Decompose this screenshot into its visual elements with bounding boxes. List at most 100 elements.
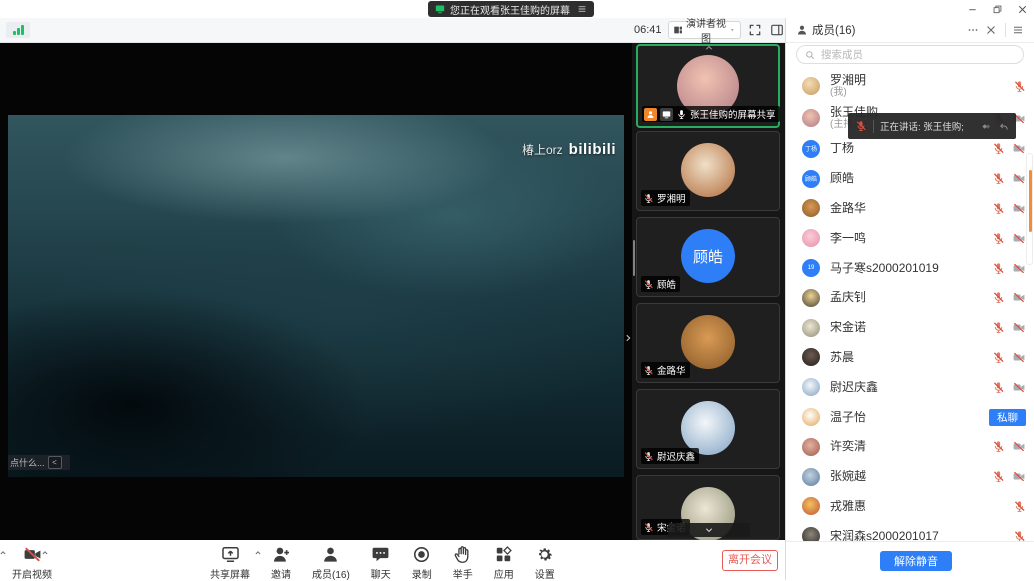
member-name: 李一鸣 [830, 232, 992, 245]
member-info: 张婉越 [830, 470, 992, 483]
video-tile[interactable]: 顾皓顾皓 [636, 217, 780, 297]
toolbar-button-invite[interactable]: 邀请 [271, 545, 291, 581]
settings-icon [535, 545, 554, 564]
close-button[interactable] [1017, 4, 1028, 15]
member-row[interactable]: 温子怡私聊 [786, 402, 1034, 432]
muted-camera-icon [1012, 142, 1026, 155]
muted-mic-icon [1013, 500, 1026, 513]
member-row[interactable]: 宋润森s2000201017 [786, 521, 1034, 542]
blue-initials-avatar: 顾皓 [681, 229, 735, 283]
thumbnails-scrollbar[interactable] [633, 240, 635, 276]
member-name: 顾皓 [830, 172, 992, 185]
record-icon [412, 545, 431, 564]
toolbar-button-settings[interactable]: 设置 [535, 545, 555, 581]
muted-mic-icon [992, 172, 1005, 185]
muted-mic-icon [643, 193, 654, 204]
toolbar-button-members[interactable]: 成员(16) [312, 545, 350, 581]
watching-screen-toast-text: 您正在观看张王佳购的屏幕 [450, 2, 570, 17]
reply-arrow-icon[interactable] [998, 121, 1009, 132]
member-name: 宋金诺 [830, 321, 992, 334]
member-row[interactable]: 张婉越 [786, 462, 1034, 492]
panel-close-button[interactable] [983, 21, 1001, 39]
member-row[interactable]: 许奕清 [786, 432, 1034, 462]
member-status-icons: 私聊 [989, 409, 1026, 426]
member-status-icons [1013, 80, 1026, 93]
member-status-icons [992, 381, 1026, 394]
dark-photo-avatar [802, 348, 820, 366]
member-list: 罗湘明(我)张王佳购(主持人)丁杨丁杨顾皓顾皓金路华李一鸣19马子寒s20002… [786, 70, 1034, 542]
photo-food-avatar [802, 77, 820, 95]
muted-mic-icon [992, 142, 1005, 155]
member-list-scrollbar-thumb[interactable] [1029, 170, 1032, 232]
toolbar-button-record[interactable]: 录制 [412, 545, 432, 581]
member-row[interactable]: 尉迟庆鑫 [786, 372, 1034, 402]
member-row[interactable]: 李一鸣 [786, 223, 1034, 253]
video-tile[interactable]: 金路华 [636, 303, 780, 383]
divider [1005, 23, 1006, 37]
video-tile[interactable]: 张王佳购的屏幕共享 [636, 44, 780, 128]
member-name: 许奕清 [830, 440, 992, 453]
dark-photo2-avatar [802, 527, 820, 542]
white-blue-cartoon-avatar [681, 401, 735, 455]
muted-mic-icon [992, 321, 1005, 334]
share-options-chevron-icon[interactable] [253, 549, 263, 557]
danmaku-input-bar[interactable]: 点什么... < [8, 455, 70, 470]
member-row[interactable]: 顾皓顾皓 [786, 164, 1034, 194]
chevron-right-icon[interactable] [623, 330, 632, 346]
side-panel-toggle-button[interactable] [769, 22, 785, 38]
members-icon [796, 24, 808, 36]
panel-more-button[interactable] [965, 21, 983, 39]
video-options-chevron-icon[interactable] [40, 549, 50, 557]
toolbar-button-raise-hand[interactable]: 举手 [453, 545, 473, 581]
private-chat-button[interactable]: 私聊 [989, 409, 1026, 426]
member-row[interactable]: 苏晨 [786, 343, 1034, 373]
apps-icon [494, 545, 513, 564]
video-tile[interactable]: 罗湘明 [636, 131, 780, 211]
blue-initials-avatar: 顾皓 [802, 170, 820, 188]
fullscreen-button[interactable] [747, 22, 763, 38]
invite-icon [272, 545, 291, 564]
member-search-input[interactable] [819, 48, 1015, 62]
minimize-button[interactable] [967, 4, 978, 15]
view-mode-button[interactable]: 演讲者视图 [668, 21, 741, 39]
toast-menu-icon[interactable] [577, 4, 587, 14]
unmute-button[interactable]: 解除静音 [880, 551, 952, 571]
muted-camera-icon [1012, 172, 1026, 185]
shared-video-content: 椿上orz bilibili 点什么... < [8, 115, 624, 477]
speaker-view-icon [673, 25, 683, 35]
raise-hand-icon [453, 545, 472, 564]
member-row[interactable]: 戎雅惠 [786, 492, 1034, 522]
toolbar-button-chat[interactable]: 聊天 [371, 545, 391, 581]
scroll-down-overlay[interactable] [668, 523, 750, 537]
tile-name-chip: 罗湘明 [641, 190, 690, 206]
member-row[interactable]: 宋金诺 [786, 313, 1034, 343]
member-row[interactable]: 金路华 [786, 194, 1034, 224]
leave-meeting-button[interactable]: 离开会议 [722, 550, 778, 571]
toolbar-button-label: 应用 [494, 566, 514, 581]
bilibili-logo: bilibili [569, 141, 616, 158]
member-name: 马子寒s2000201019 [830, 262, 992, 275]
member-status-icons [992, 232, 1026, 245]
member-status-icons [1013, 500, 1026, 513]
toolbar-button-apps[interactable]: 应用 [494, 545, 514, 581]
member-row[interactable]: 孟庆钊 [786, 283, 1034, 313]
member-info: 罗湘明(我) [830, 74, 1013, 98]
muted-mic-icon [643, 522, 654, 533]
muted-mic-icon [992, 232, 1005, 245]
meeting-topbar: 06:41 演讲者视图 [0, 18, 785, 43]
danmaku-collapse-button[interactable]: < [48, 456, 62, 469]
muted-camera-icon [1012, 440, 1026, 453]
member-row[interactable]: 罗湘明(我) [786, 70, 1034, 102]
bear-avatar [802, 199, 820, 217]
video-tile[interactable]: 尉迟庆鑫 [636, 389, 780, 469]
restore-button[interactable] [992, 4, 1003, 15]
member-row[interactable]: 19马子寒s2000201019 [786, 253, 1034, 283]
window-controls [967, 1, 1028, 17]
panel-menu-button[interactable] [1010, 21, 1028, 39]
muted-mic-icon [992, 470, 1005, 483]
member-status-icons [992, 291, 1026, 304]
audio-options-chevron-icon[interactable] [0, 549, 8, 557]
start-video-label: 开启视频 [12, 566, 52, 581]
member-search-box[interactable] [796, 45, 1024, 64]
toolbar-button-share-screen[interactable]: 共享屏幕 [210, 545, 250, 581]
